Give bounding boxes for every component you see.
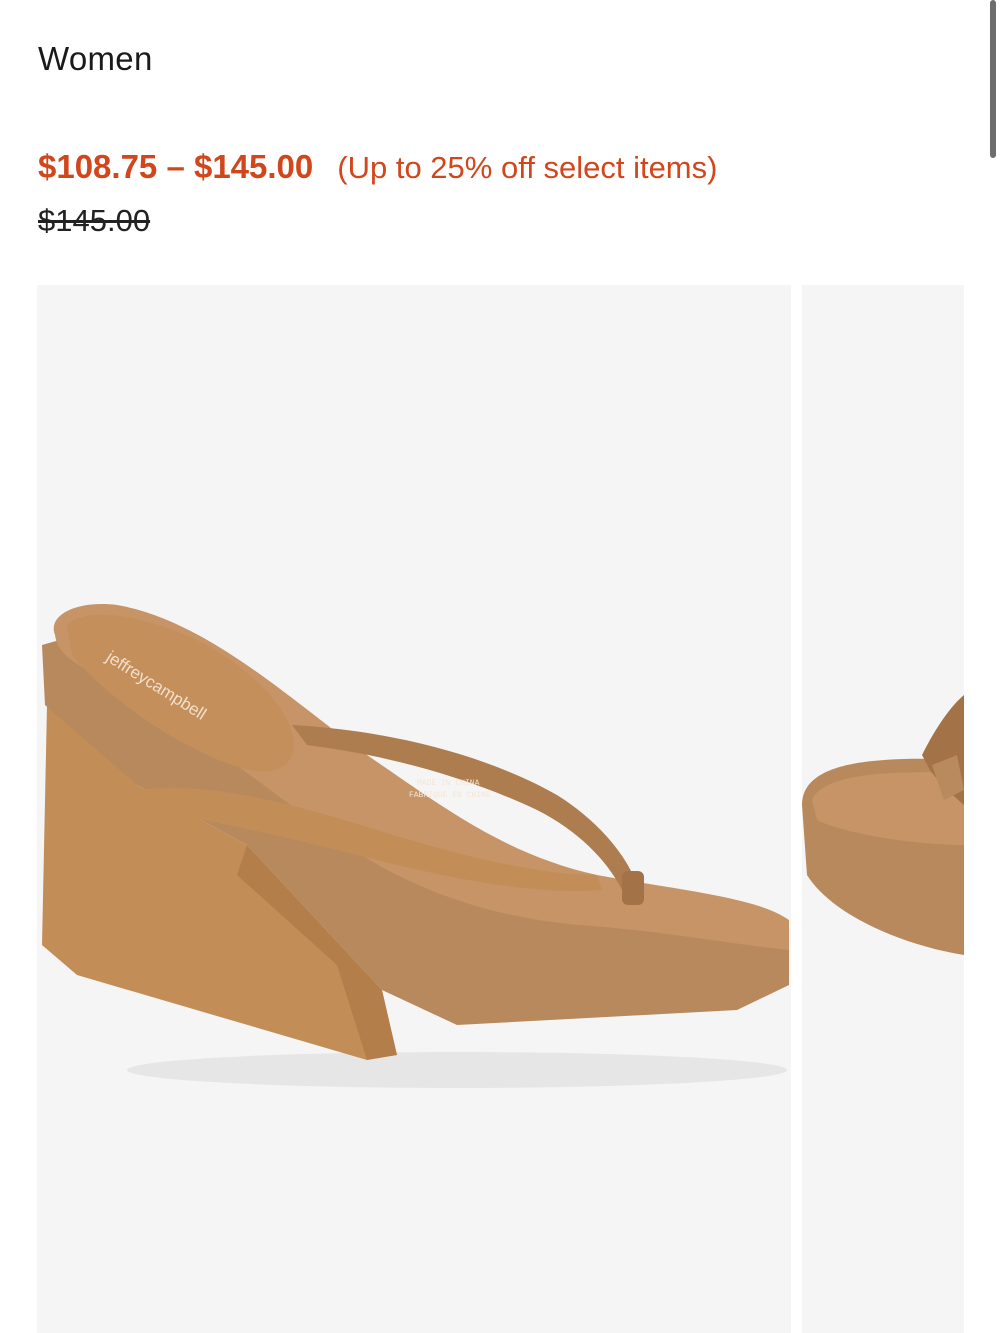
sandal-image-partial — [802, 695, 964, 955]
sale-price: $108.75 – $145.00 — [38, 148, 314, 185]
discount-note: (Up to 25% off select items) — [337, 150, 718, 185]
breadcrumb-category[interactable]: Women — [38, 40, 153, 78]
page-scrollbar[interactable] — [990, 0, 996, 158]
svg-text:FABRIQUE EN CHINE: FABRIQUE EN CHINE — [409, 791, 491, 800]
product-image-next[interactable] — [802, 285, 964, 1333]
original-price: $145.00 — [38, 203, 151, 238]
wedge-sandal-image: jeffreycampbell MADE IN CHINA FABRIQUE E… — [42, 604, 789, 1088]
svg-text:MADE IN CHINA: MADE IN CHINA — [417, 779, 480, 788]
product-image-gallery[interactable]: jeffreycampbell MADE IN CHINA FABRIQUE E… — [37, 285, 967, 1333]
product-page: Women $108.75 – $145.00 (Up to 25% off s… — [0, 0, 1000, 1333]
product-image-main[interactable]: jeffreycampbell MADE IN CHINA FABRIQUE E… — [37, 285, 791, 1333]
price-row: $108.75 – $145.00 (Up to 25% off select … — [38, 148, 717, 186]
